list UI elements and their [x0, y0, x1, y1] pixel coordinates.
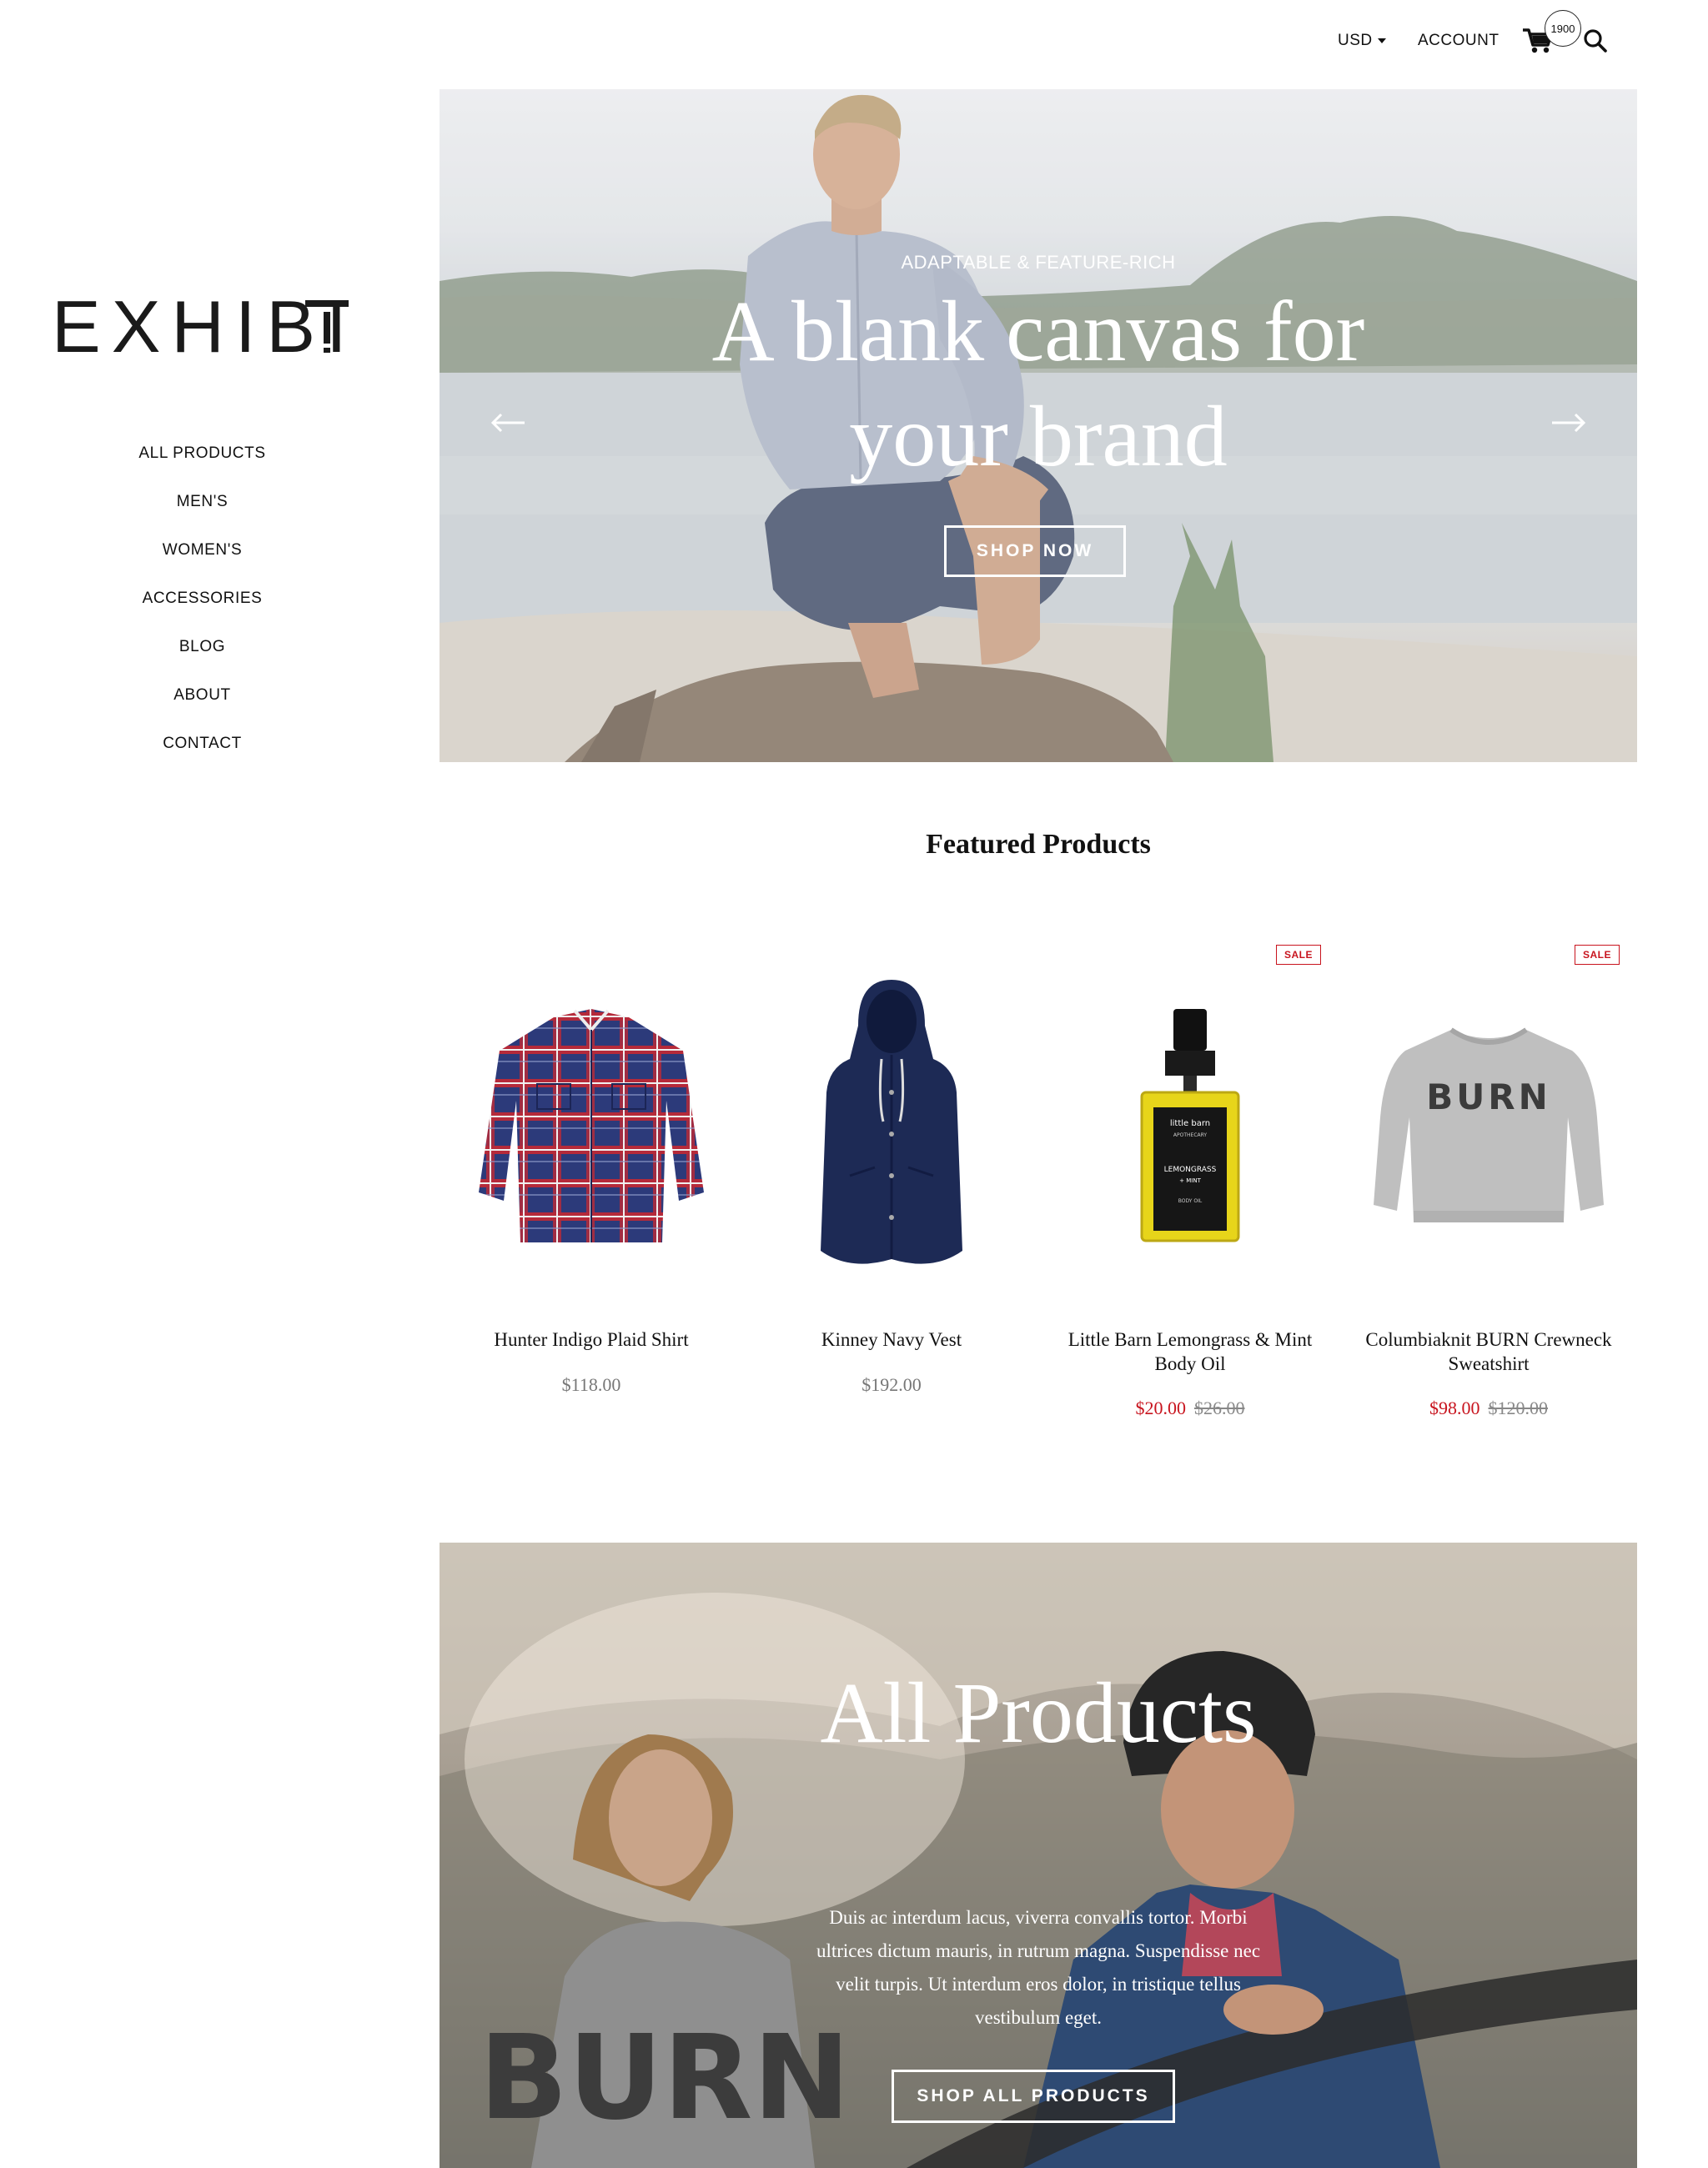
nav-item-contact[interactable]: CONTACT [0, 732, 404, 780]
sidebar-nav: ALL PRODUCTS MEN'S WOMEN'S ACCESSORIES B… [0, 442, 404, 780]
collection-title: All Products [820, 1665, 1257, 1761]
product-card-plaid-shirt[interactable]: Hunter Indigo Plaid Shirt $118.00 [454, 934, 729, 1434]
product-name: Kinney Navy Vest [821, 1329, 962, 1350]
search-icon [1584, 29, 1607, 53]
nav-item-label: CONTACT [163, 735, 242, 752]
store-logo[interactable]: EXHIBI [50, 285, 350, 368]
nav-item-about[interactable]: ABOUT [0, 684, 404, 732]
product-name: Columbiaknit BURN Crewneck Sweatshirt [1365, 1329, 1612, 1374]
nav-item-label: BLOG [178, 638, 226, 655]
bottle-brand: little barn [1170, 1119, 1210, 1128]
nav-item-label: ACCESSORIES [142, 590, 263, 607]
hero-slideshow: ADAPTABLE & FEATURE-RICH A blank canvas … [440, 89, 1637, 762]
product-card-body-oil[interactable]: SALE little barn APOTHECARY LEMONGRASS +… [1052, 934, 1328, 1434]
bottle-type: BODY OIL [1178, 1198, 1203, 1204]
nav-item-all-products[interactable]: ALL PRODUCTS [0, 442, 404, 490]
hero-kicker: ADAPTABLE & FEATURE-RICH [901, 252, 1176, 273]
nav-item-mens[interactable]: MEN'S [0, 490, 404, 539]
slideshow-next-button[interactable] [1547, 406, 1589, 439]
currency-selector[interactable]: USD [1338, 32, 1386, 50]
nav-item-label: WOMEN'S [162, 541, 243, 559]
product-compare-price: $26.00 [1194, 1398, 1245, 1418]
nav-item-label: ABOUT [173, 686, 231, 704]
search-button[interactable] [1583, 28, 1608, 53]
nav-item-womens[interactable]: WOMEN'S [0, 539, 404, 587]
arrow-left-icon [490, 413, 525, 433]
product-price-row: $118.00 [454, 1374, 729, 1396]
nav-item-accessories[interactable]: ACCESSORIES [0, 587, 404, 635]
chevron-down-icon [1377, 38, 1386, 43]
nav-item-label: MEN'S [176, 493, 229, 510]
product-sale-price: $98.00 [1429, 1398, 1480, 1418]
product-price: $192.00 [862, 1374, 922, 1395]
currency-label: USD [1338, 32, 1373, 49]
cart-count-badge: 1900 [1545, 10, 1581, 47]
shop-now-button[interactable]: SHOP NOW [944, 525, 1126, 577]
hero-title: A blank canvas for your brand [711, 284, 1365, 484]
account-link[interactable]: ACCOUNT [1418, 32, 1499, 50]
navy-vest-image [766, 951, 1017, 1301]
body-oil-image: little barn APOTHECARY LEMONGRASS + MINT… [1065, 951, 1315, 1301]
logo-wordmark: EXHIBI [52, 285, 349, 368]
product-name: Hunter Indigo Plaid Shirt [494, 1329, 689, 1350]
bottle-product-2: + MINT [1179, 1177, 1201, 1184]
product-price: $118.00 [561, 1374, 621, 1395]
collection-description: Duis ac interdum lacus, viverra convalli… [816, 1907, 1261, 2028]
bottle-sub: APOTHECARY [1173, 1132, 1207, 1138]
product-card-burn-sweatshirt[interactable]: SALE BURN Columbiaknit BURN Crewneck Swe… [1351, 934, 1626, 1434]
collection-banner: BURN All Products Duis ac interdum lacus… [440, 1543, 1637, 2168]
product-sale-price: $20.00 [1135, 1398, 1187, 1418]
banner-shirt-print: BURN [479, 2010, 850, 2146]
product-card-navy-vest[interactable]: Kinney Navy Vest $192.00 [754, 934, 1029, 1434]
nav-item-label: ALL PRODUCTS [138, 444, 266, 462]
top-bar: USD ACCOUNT 1900 [0, 0, 1708, 83]
plaid-shirt-image [466, 951, 716, 1301]
product-price-row: $98.00 $120.00 [1351, 1398, 1626, 1419]
arrow-right-icon [1552, 413, 1586, 433]
sweatshirt-print: BURN [1426, 1076, 1551, 1117]
shop-all-products-button[interactable]: SHOP ALL PRODUCTS [892, 2070, 1175, 2123]
slideshow-prev-button[interactable] [488, 406, 530, 439]
nav-item-blog[interactable]: BLOG [0, 635, 404, 684]
featured-products-heading: Featured Products [926, 829, 1151, 860]
product-name: Little Barn Lemongrass & Mint Body Oil [1068, 1329, 1313, 1374]
bottle-product: LEMONGRASS [1164, 1166, 1217, 1174]
product-compare-price: $120.00 [1488, 1398, 1549, 1418]
product-price-row: $20.00 $26.00 [1052, 1398, 1328, 1419]
sweatshirt-image: BURN [1364, 951, 1614, 1301]
product-price-row: $192.00 [754, 1374, 1029, 1396]
